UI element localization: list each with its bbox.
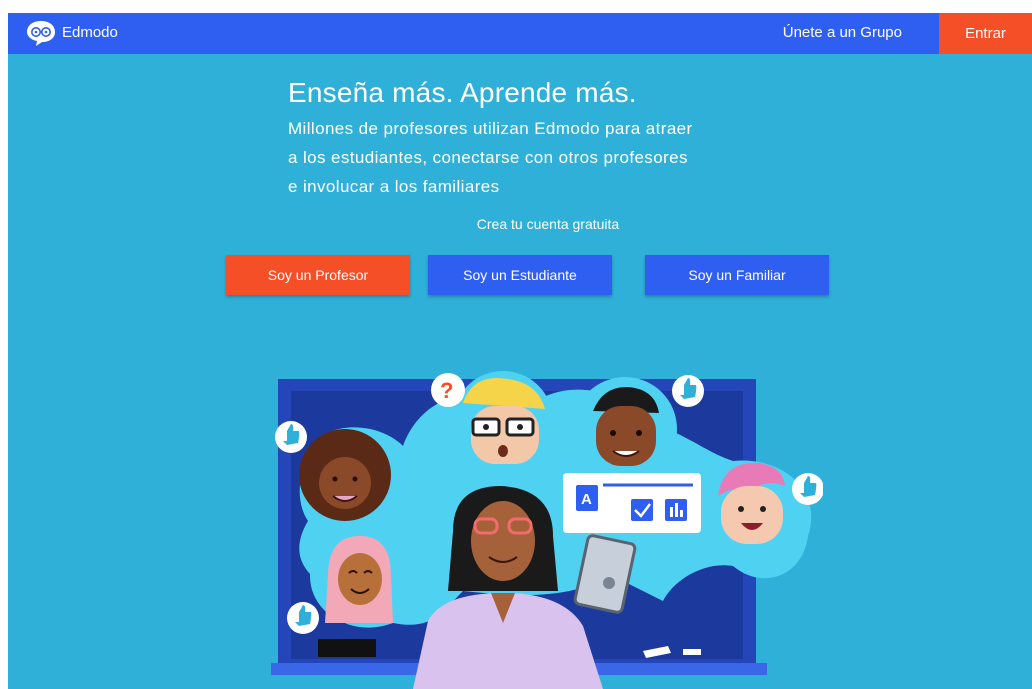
thumbs-up-icon: [275, 421, 307, 453]
hero-illustration: A ?: [271, 371, 823, 689]
student-pink-hair: [705, 462, 801, 559]
thumbs-up-icon: [287, 602, 319, 634]
student-hijab: [310, 528, 406, 624]
thumbs-up-icon: [672, 375, 704, 407]
question-mark-glyph: ?: [440, 378, 453, 403]
teacher-signup-button[interactable]: Soy un Profesor: [226, 255, 410, 295]
student-curly-hair: [299, 429, 391, 521]
parent-signup-button[interactable]: Soy un Familiar: [645, 255, 829, 295]
student-dark-hair-boy: [573, 377, 677, 481]
hero-title: Enseña más. Aprende más.: [288, 77, 637, 108]
brand-name[interactable]: Edmodo: [62, 24, 118, 41]
login-button[interactable]: Entrar: [939, 13, 1032, 54]
doc-letter: A: [581, 491, 592, 508]
student-blond-glasses: [453, 371, 553, 471]
join-group-link[interactable]: Únete a un Grupo: [783, 24, 902, 41]
signup-cta-label: Crea tu cuenta gratuita: [476, 216, 620, 232]
edmodo-logo-icon[interactable]: [26, 20, 56, 47]
hero-subtitle-line: a los estudiantes, conectarse con otros …: [288, 148, 688, 167]
hero-subtitle-line: e involucar a los familiares: [288, 177, 500, 196]
student-signup-button[interactable]: Soy un Estudiante: [428, 255, 612, 295]
top-navbar: Edmodo Únete a un Grupo Entrar: [8, 13, 1032, 54]
hero-subtitle: Millones de profesores utilizan Edmodo p…: [288, 114, 738, 201]
question-mark-icon: ?: [431, 373, 465, 407]
info-card: A: [563, 473, 701, 533]
thumbs-up-icon: [792, 473, 823, 505]
page: Edmodo Únete a un Grupo Entrar Enseña má…: [8, 13, 1032, 689]
hero-subtitle-line: Millones de profesores utilizan Edmodo p…: [288, 119, 693, 138]
